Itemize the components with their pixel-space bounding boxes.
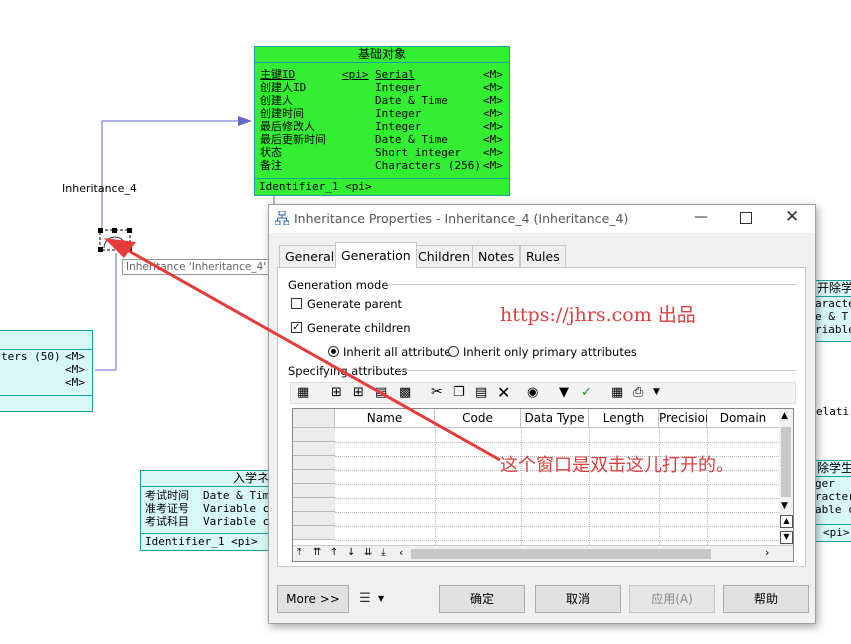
tab-generation[interactable]: Generation: [335, 242, 417, 268]
red-arrow: [104, 238, 501, 462]
